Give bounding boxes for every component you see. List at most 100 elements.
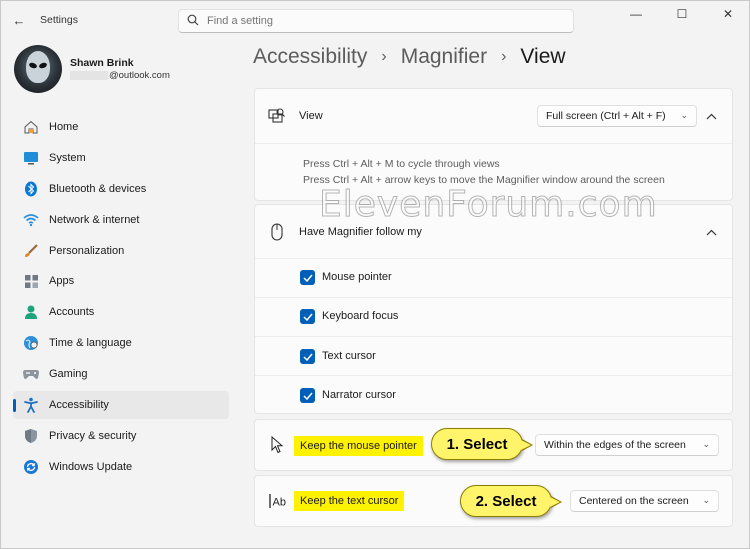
keyboard-focus-label: Keyboard focus: [322, 310, 399, 322]
text-cursor-label: Text cursor: [322, 350, 376, 362]
sidebar-item-accounts[interactable]: Accounts: [13, 298, 229, 326]
sidebar-item-windows-update[interactable]: Windows Update: [13, 453, 229, 481]
text-cursor-setting-label: Keep the text cursor: [294, 491, 405, 511]
sidebar-item-bluetooth[interactable]: Bluetooth & devices: [13, 175, 229, 203]
user-email-row: @outlook.com: [70, 70, 170, 81]
sidebar-item-label: Time & language: [49, 337, 132, 350]
divider: [255, 375, 732, 376]
close-button[interactable]: ✕: [705, 1, 750, 27]
view-card: View Full screen (Ctrl + Alt + F) ⌄ Pres…: [254, 88, 733, 201]
sidebar-item-personalization[interactable]: Personalization: [13, 237, 229, 265]
home-icon: [22, 118, 40, 136]
svg-text:Ab: Ab: [273, 497, 286, 509]
sidebar-item-privacy[interactable]: Privacy & security: [13, 422, 229, 450]
sidebar-item-label: Privacy & security: [49, 429, 137, 442]
mouse-pointer-setting-label: Keep the mouse pointer: [294, 436, 423, 456]
sidebar-item-label: Bluetooth & devices: [49, 182, 147, 195]
mouse-pointer-card: Keep the mouse pointer 1. Select Within …: [254, 419, 733, 471]
divider: [255, 297, 732, 298]
back-button[interactable]: ←: [9, 11, 29, 29]
search-icon: [187, 14, 199, 29]
sidebar-item-label: Personalization: [49, 244, 125, 257]
divider: [255, 143, 732, 144]
text-cursor-checkbox[interactable]: [300, 349, 315, 364]
follow-label: Have Magnifier follow my: [299, 226, 422, 238]
globe-icon: [22, 334, 40, 352]
chevron-down-icon: ⌄: [680, 110, 688, 120]
sidebar-item-home[interactable]: Home: [13, 113, 229, 141]
mouse-pointer-checkbox[interactable]: [300, 270, 315, 285]
chevron-up-icon[interactable]: [704, 109, 718, 123]
follow-card: Have Magnifier follow my Mouse pointer K…: [254, 204, 733, 414]
title-bar: ← Settings — ☐ ✕: [1, 1, 750, 39]
callout-text: 2. Select: [475, 492, 537, 510]
settings-window: ← Settings — ☐ ✕ Shawn Brink @outlook.co…: [0, 0, 750, 549]
callout-pointer: [521, 440, 531, 450]
view-icon: [268, 107, 286, 125]
mouse-pointer-dropdown[interactable]: Within the edges of the screen ⌄: [535, 434, 719, 456]
sidebar-nav: Home System Bluetooth & devices Network …: [13, 113, 229, 484]
window-controls: — ☐ ✕: [613, 1, 750, 27]
cursor-icon: [268, 436, 286, 454]
sidebar-item-label: Home: [49, 121, 79, 133]
chevron-down-icon: ⌄: [702, 495, 710, 505]
minimize-button[interactable]: —: [613, 1, 659, 27]
search-input[interactable]: [207, 15, 547, 27]
maximize-button[interactable]: ☐: [659, 1, 705, 27]
sidebar-item-label: Network & internet: [49, 213, 140, 226]
narrator-cursor-label: Narrator cursor: [322, 389, 396, 401]
sidebar-item-network[interactable]: Network & internet: [13, 206, 229, 234]
view-description-line: Press Ctrl + Alt + M to cycle through vi…: [303, 158, 500, 170]
gamepad-icon: [22, 365, 40, 383]
narrator-cursor-checkbox[interactable]: [300, 388, 315, 403]
view-label: View: [299, 110, 323, 122]
wifi-icon: [22, 211, 40, 229]
sidebar-item-gaming[interactable]: Gaming: [13, 360, 229, 388]
callout-pointer: [550, 497, 560, 507]
brush-icon: [22, 242, 40, 260]
sidebar-item-time-language[interactable]: Time & language: [13, 329, 229, 357]
text-cursor-card: Ab Keep the text cursor 2. Select Center…: [254, 475, 733, 527]
text-cursor-icon: Ab: [268, 492, 290, 510]
email-redaction: [70, 70, 108, 80]
follow-row: Have Magnifier follow my: [255, 205, 732, 259]
sidebar-item-apps[interactable]: Apps: [13, 267, 229, 295]
update-icon: [22, 458, 40, 476]
keyboard-focus-checkbox[interactable]: [300, 309, 315, 324]
view-dropdown[interactable]: Full screen (Ctrl + Alt + F) ⌄: [537, 105, 697, 127]
back-arrow-icon: ←: [12, 12, 26, 28]
mouse-icon: [268, 223, 286, 241]
text-cursor-dropdown-value: Centered on the screen: [579, 495, 689, 507]
mouse-pointer-dropdown-value: Within the edges of the screen: [544, 439, 686, 451]
divider: [255, 258, 732, 259]
search-box[interactable]: [178, 9, 574, 33]
view-description: Press Ctrl + Alt + M to cycle through vi…: [303, 157, 665, 188]
sidebar-item-system[interactable]: System: [13, 144, 229, 172]
sidebar-item-label: Gaming: [49, 368, 88, 381]
user-name: Shawn Brink: [70, 57, 134, 69]
divider: [255, 336, 732, 337]
view-dropdown-value: Full screen (Ctrl + Alt + F): [546, 110, 666, 122]
breadcrumb-separator-icon: ›: [381, 48, 387, 65]
sidebar-item-label: Accessibility: [49, 399, 109, 412]
view-description-line: Press Ctrl + Alt + arrow keys to move th…: [303, 173, 665, 186]
page-title: View: [520, 45, 566, 68]
accessibility-icon: [22, 396, 40, 414]
view-row: View Full screen (Ctrl + Alt + F) ⌄: [255, 89, 732, 143]
app-title: Settings: [40, 14, 78, 26]
text-cursor-dropdown[interactable]: Centered on the screen ⌄: [570, 490, 719, 512]
callout-text: 1. Select: [446, 435, 508, 453]
bluetooth-icon: [22, 180, 40, 198]
sidebar-item-label: Windows Update: [49, 460, 133, 473]
breadcrumb: Accessibility › Magnifier › View: [253, 45, 566, 69]
apps-icon: [22, 272, 40, 290]
sidebar-item-label: System: [49, 151, 86, 164]
callout-select-1: 1. Select: [431, 428, 533, 460]
sidebar-item-accessibility[interactable]: Accessibility: [13, 391, 229, 420]
sidebar-item-label: Accounts: [49, 306, 95, 319]
breadcrumb-accessibility[interactable]: Accessibility: [253, 45, 367, 69]
user-email: @outlook.com: [109, 70, 170, 81]
avatar[interactable]: [14, 45, 62, 93]
chevron-up-icon[interactable]: [704, 225, 718, 239]
breadcrumb-magnifier[interactable]: Magnifier: [401, 45, 487, 69]
